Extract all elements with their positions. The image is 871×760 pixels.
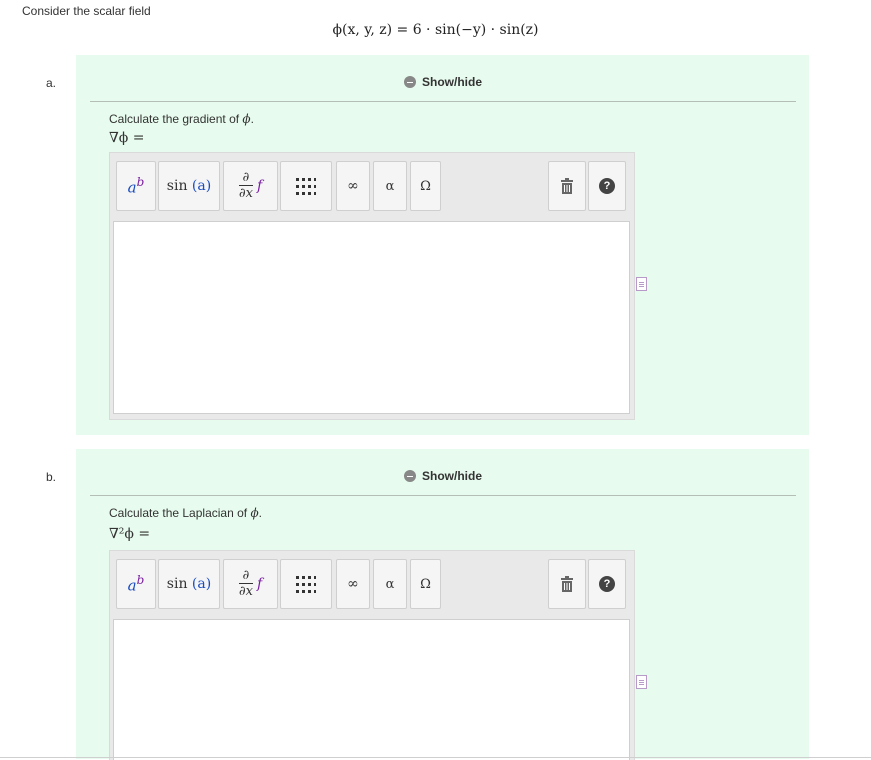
part-b-lhs: ∇²ϕ = — [109, 526, 151, 542]
part-a-math-editor: ab sin (a) ∂ ∂x f ∞ α Ω ? — [109, 152, 635, 420]
matrix-button[interactable] — [280, 161, 332, 211]
partial-numerator: ∂ — [242, 568, 250, 583]
omega-button[interactable]: Ω — [410, 559, 441, 609]
part-a-document-icon[interactable] — [636, 277, 647, 291]
trash-icon — [561, 576, 573, 592]
help-icon: ? — [599, 576, 615, 592]
collapse-icon — [404, 470, 416, 482]
partial-fraction: ∂ ∂x — [238, 170, 253, 201]
partial-denominator: ∂x — [238, 185, 253, 201]
question-period: . — [250, 112, 254, 126]
scalar-field-formula: ϕ(x, y, z) = 6 · sin(−y) · sin(z) — [332, 22, 539, 38]
part-b-question: Calculate the Laplacian of ϕ. — [109, 506, 262, 520]
alpha-button[interactable]: α — [373, 161, 407, 211]
question-text: Calculate the gradient of — [109, 112, 243, 126]
part-a-letter: a. — [46, 76, 57, 90]
question-text: Calculate the Laplacian of — [109, 506, 251, 520]
show-hide-label: Show/hide — [422, 75, 482, 89]
function-label: sin — [166, 178, 188, 194]
matrix-button[interactable] — [280, 559, 332, 609]
trash-icon — [561, 178, 573, 194]
part-a-show-hide[interactable]: Show/hide — [404, 75, 482, 89]
help-button[interactable]: ? — [588, 559, 626, 609]
part-b-document-icon[interactable] — [636, 675, 647, 689]
partial-f: f — [256, 576, 263, 592]
superscript-button[interactable]: ab — [116, 559, 156, 609]
question-period: . — [258, 506, 262, 520]
part-b-separator — [90, 495, 796, 496]
help-button[interactable]: ? — [588, 161, 626, 211]
page-bottom-divider — [0, 757, 871, 758]
infinity-button[interactable]: ∞ — [336, 559, 370, 609]
question-symbol: ϕ — [250, 506, 259, 520]
clear-button[interactable] — [548, 559, 586, 609]
function-arg: (a) — [191, 178, 212, 194]
matrix-icon — [296, 576, 316, 593]
answer-input[interactable] — [113, 221, 630, 414]
partial-denominator: ∂x — [238, 583, 253, 599]
show-hide-label: Show/hide — [422, 469, 482, 483]
answer-input[interactable] — [113, 619, 630, 760]
omega-button[interactable]: Ω — [410, 161, 441, 211]
help-icon: ? — [599, 178, 615, 194]
clear-button[interactable] — [548, 161, 586, 211]
partial-f: f — [256, 178, 263, 194]
superscript-button[interactable]: ab — [116, 161, 156, 211]
function-arg: (a) — [191, 576, 212, 592]
collapse-icon — [404, 76, 416, 88]
infinity-button[interactable]: ∞ — [336, 161, 370, 211]
part-b-show-hide[interactable]: Show/hide — [404, 469, 482, 483]
question-symbol: ϕ — [242, 112, 251, 126]
partial-fraction: ∂ ∂x — [238, 568, 253, 599]
intro-text: Consider the scalar field — [22, 4, 151, 18]
derivative-button[interactable]: ∂ ∂x f — [223, 559, 278, 609]
matrix-icon — [296, 178, 316, 195]
part-b-letter: b. — [46, 470, 57, 484]
part-b-math-editor: ab sin (a) ∂ ∂x f ∞ α Ω ? — [109, 550, 635, 760]
part-a-question: Calculate the gradient of ϕ. — [109, 112, 254, 126]
partial-numerator: ∂ — [242, 170, 250, 185]
part-a-lhs: ∇ϕ = — [109, 130, 145, 146]
part-a-separator — [90, 101, 796, 102]
alpha-button[interactable]: α — [373, 559, 407, 609]
function-button[interactable]: sin (a) — [158, 559, 220, 609]
function-label: sin — [166, 576, 188, 592]
superscript-icon: ab — [127, 175, 145, 197]
function-button[interactable]: sin (a) — [158, 161, 220, 211]
superscript-icon: ab — [127, 573, 145, 595]
derivative-button[interactable]: ∂ ∂x f — [223, 161, 278, 211]
